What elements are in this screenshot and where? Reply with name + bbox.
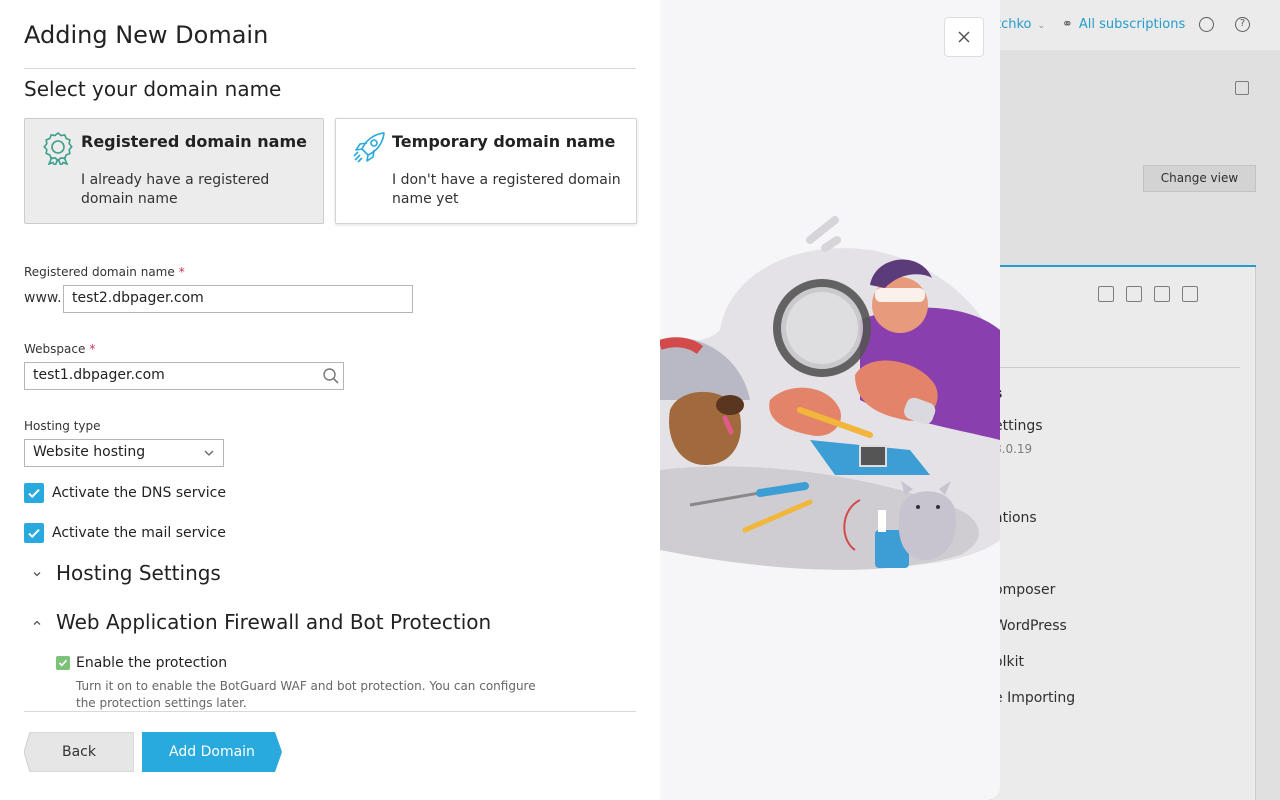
card-title: Temporary domain name: [392, 132, 616, 151]
dns-checkbox[interactable]: [24, 483, 44, 503]
divider: [24, 68, 636, 69]
temporary-domain-card[interactable]: Temporary domain name I don't have a reg…: [335, 118, 637, 224]
back-button-label: Back: [62, 744, 96, 760]
page-title: Adding New Domain: [24, 21, 269, 49]
illustration-pane: [660, 0, 1000, 800]
webspace-label: Webspace *: [24, 342, 95, 356]
add-domain-button-label: Add Domain: [169, 744, 255, 760]
required-mark: *: [89, 342, 96, 356]
hosting-type-select[interactable]: Website hosting: [24, 439, 224, 467]
webspace-label-text: Webspace: [24, 342, 86, 356]
card-description: I don't have a registered domain name ye…: [392, 172, 621, 207]
chevron-down-icon: [204, 450, 214, 456]
form-pane: Adding New Domain Select your domain nam…: [0, 0, 660, 800]
mail-checkbox-label[interactable]: Activate the mail service: [52, 525, 226, 541]
checkmark-icon: [28, 529, 40, 539]
dns-checkbox-label[interactable]: Activate the DNS service: [52, 485, 226, 501]
close-button[interactable]: [944, 17, 984, 57]
protection-help-text: Turn it on to enable the BotGuard WAF an…: [76, 679, 536, 710]
mail-checkbox[interactable]: [24, 523, 44, 543]
domain-name-label: Registered domain name *: [24, 265, 185, 279]
section-title: Select your domain name: [24, 77, 282, 101]
card-description: I already have a registered domain name: [81, 172, 270, 207]
card-title: Registered domain name: [81, 132, 307, 151]
hosting-settings-toggle[interactable]: Hosting Settings: [56, 561, 221, 585]
protection-checkbox-label[interactable]: Enable the protection: [76, 655, 227, 671]
chevron-up-icon[interactable]: [31, 617, 43, 629]
illustration-image: [660, 216, 1000, 570]
checkmark-icon: [58, 659, 68, 667]
webspace-input[interactable]: test1.dbpager.com: [24, 362, 344, 390]
chevron-down-icon[interactable]: [31, 568, 43, 580]
add-domain-drawer: Adding New Domain Select your domain nam…: [0, 0, 1000, 800]
rocket-icon: [353, 132, 385, 163]
domain-name-label-text: Registered domain name: [24, 265, 175, 279]
footer-divider: [24, 711, 636, 712]
waf-section-toggle[interactable]: Web Application Firewall and Bot Protect…: [56, 610, 491, 634]
checkmark-icon: [28, 489, 40, 499]
protection-checkbox[interactable]: [56, 656, 70, 670]
search-icon[interactable]: [322, 367, 340, 385]
domain-name-input[interactable]: test2.dbpager.com: [63, 285, 413, 313]
required-mark: *: [178, 265, 185, 279]
add-domain-button[interactable]: Add Domain: [142, 732, 282, 772]
back-button[interactable]: Back: [24, 732, 134, 772]
hosting-type-label: Hosting type: [24, 419, 101, 433]
award-badge-icon: [43, 131, 73, 165]
www-prefix: www.: [24, 290, 62, 306]
close-icon: [958, 31, 970, 43]
registered-domain-card[interactable]: Registered domain name I already have a …: [24, 118, 324, 224]
